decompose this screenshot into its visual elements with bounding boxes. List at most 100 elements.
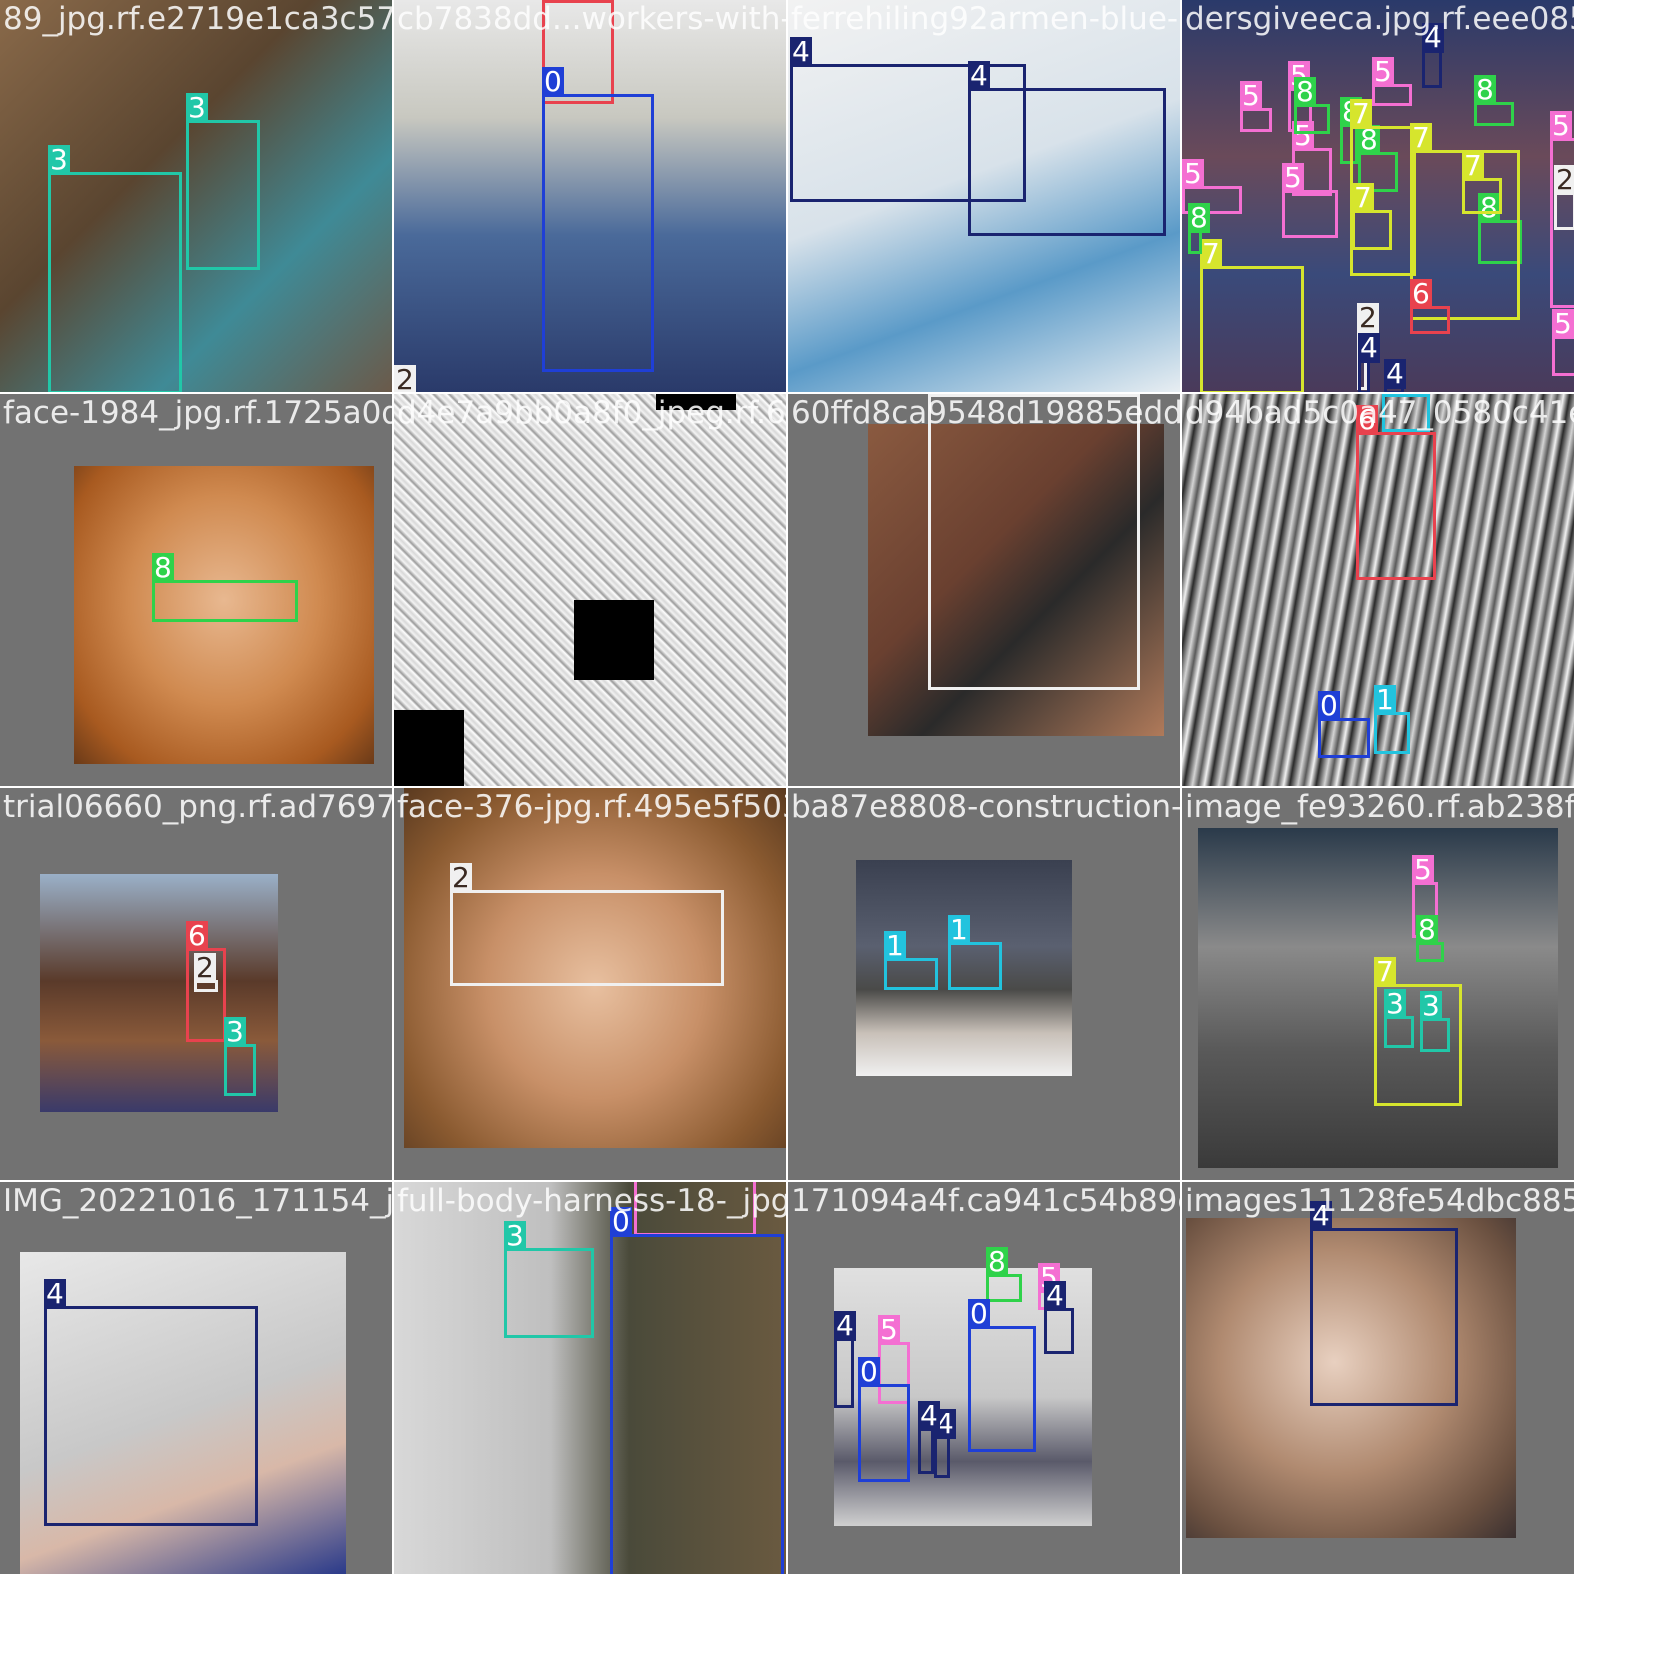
bounding-box-class-0: 0 <box>542 67 654 372</box>
bounding-box-class-3: 3 <box>504 1221 594 1338</box>
class-label: 6 <box>186 919 208 952</box>
cutout-patch <box>574 600 654 680</box>
class-label: 4 <box>790 35 812 68</box>
mosaic-tile: dersgiveeca.jpg.rf.eee085445555558888877… <box>1182 0 1574 392</box>
mosaic-tile: face-1984_jpg.rf.1725a0dc7 8 <box>0 394 392 786</box>
class-label: 4 <box>1044 1279 1066 1312</box>
bounding-box-class-7: 7 <box>1352 183 1392 250</box>
class-label: 2 <box>1554 163 1574 196</box>
bounding-box-class-1: 1 <box>884 931 938 990</box>
bounding-box-class-4: 4 <box>1358 333 1380 392</box>
bounding-box-class-8: 8 <box>1416 915 1444 962</box>
class-label: 5 <box>1552 307 1574 340</box>
class-label: 2 <box>450 861 472 894</box>
class-label: 7 <box>1410 121 1432 154</box>
mosaic-tile: 171094a4f.ca941c54b89c2 5 8 4 0 5 4 0 4 4 <box>788 1182 1180 1574</box>
mosaic-tile: ferrehiling92armen-blue-porcelain44 <box>788 0 1180 392</box>
bounding-box-class-7: 7 <box>1200 239 1304 392</box>
bounding-box-class-5: 5 <box>634 1182 756 1236</box>
bounding-box-class-4: 4 <box>834 1311 856 1408</box>
bounding-box-class-7: 7 <box>1462 151 1502 214</box>
class-label: 4 <box>44 1277 66 1310</box>
bounding-box-class-0: 0 <box>968 1299 1036 1452</box>
bounding-box-class-2: 2 <box>194 953 218 992</box>
mosaic-tile: 60ffd8ca9548d19885eddc1f92 <box>788 394 1180 786</box>
class-label: 4 <box>834 1309 856 1342</box>
mosaic-tile: trial06660_png.rf.ad76977a7 623 <box>0 788 392 1180</box>
class-label: 6 <box>542 0 564 3</box>
class-label: 3 <box>1384 987 1406 1020</box>
mosaic-tile: cb7838dd...workers-with-safety-belt602 <box>394 0 786 392</box>
bounding-box-class-1: 1 <box>1382 394 1430 432</box>
class-label: 7 <box>1352 181 1374 214</box>
bounding-box-class-8: 8 <box>1294 77 1330 134</box>
class-label: 2 <box>394 365 416 392</box>
class-label: 7 <box>1350 97 1372 130</box>
bounding-box-class-3: 3 <box>186 93 260 270</box>
class-label: 6 <box>1410 277 1432 310</box>
class-label: 5 <box>1372 55 1394 88</box>
class-label: 8 <box>1188 201 1210 234</box>
class-label: 5 <box>878 1313 900 1346</box>
class-label: 0 <box>858 1355 880 1388</box>
mosaic-tile: 89_jpg.rf.e2719e1ca3c5797e 3 3 <box>0 0 392 392</box>
bounding-box-class-1: 1 <box>1374 685 1410 754</box>
bounding-box-class-4: 4 <box>44 1279 258 1526</box>
class-label: 3 <box>48 143 70 176</box>
class-label: 7 <box>1374 955 1396 988</box>
bounding-box-class-3: 3 <box>1420 991 1450 1052</box>
class-label: 2 <box>1357 301 1379 334</box>
bounding-box-class-3: 3 <box>224 1017 256 1096</box>
bounding-box-class-5: 5 <box>1282 163 1338 238</box>
class-label: 1 <box>948 913 970 946</box>
class-label: 0 <box>610 1205 632 1238</box>
class-label: 5 <box>1550 109 1572 142</box>
mosaic-tile: d4e7a9bb0a8f0_jpeg.rf.600 <box>394 394 786 786</box>
cutout-patch <box>656 394 736 410</box>
bounding-box-class-4: 4 <box>918 1401 940 1474</box>
bounding-box-class-5: 5 <box>1552 309 1574 376</box>
class-label: 7 <box>1462 149 1484 182</box>
bounding-box-class-8: 8 <box>1474 75 1514 126</box>
bounding-box-class-4: 4 <box>1422 23 1444 88</box>
bounding-box-class-8: 8 <box>1188 203 1210 254</box>
bounding-box-class-2: 2 <box>450 863 724 986</box>
class-label: 0 <box>968 1297 990 1330</box>
class-label: 0 <box>1318 689 1340 722</box>
mosaic-tile: d94bad5c0a47_0580c41e6 0 1 1 <box>1182 394 1574 786</box>
class-label: 6 <box>1356 403 1378 436</box>
mosaic-tile: full-body-harness-18-_jpg.rf.8427530 <box>394 1182 786 1574</box>
class-label: 8 <box>1474 73 1496 106</box>
class-label: 2 <box>928 394 950 397</box>
class-label: 4 <box>1310 1199 1332 1232</box>
bounding-box-class-4: 4 <box>1310 1201 1458 1406</box>
tile-filename: images11128fe54dbc885fa1 <box>1185 1183 1574 1219</box>
class-label: 5 <box>1240 79 1262 112</box>
bounding-box-class-4: 4 <box>1044 1281 1074 1354</box>
tile-filename: ferrehiling92armen-blue-porcelain <box>791 1 1180 37</box>
mosaic-tile: ba87e8808-construction-boots 1 1 <box>788 788 1180 1180</box>
mosaic-tile: images11128fe54dbc885fa14 <box>1182 1182 1574 1574</box>
class-label: 0 <box>542 65 564 98</box>
bounding-box-class-4: 4 <box>934 1409 956 1478</box>
class-label: 4 <box>1422 21 1444 54</box>
mosaic-tile: IMG_20221016_171154_jpg.rf. 4 <box>0 1182 392 1574</box>
bounding-box-class-6: 6 <box>1356 405 1436 580</box>
tile-filename: 89_jpg.rf.e2719e1ca3c5797e <box>3 1 392 37</box>
bounding-box-class-5: 5 <box>1372 57 1412 106</box>
bounding-box-class-3: 3 <box>1384 989 1414 1048</box>
bounding-box-class-1: 1 <box>948 915 1002 990</box>
class-label: 1 <box>884 929 906 962</box>
tile-filename: d94bad5c0a47_0580c41e <box>1185 395 1574 431</box>
class-label: 3 <box>186 91 208 124</box>
bounding-box-class-2: 2 <box>928 394 1140 690</box>
tile-filename: IMG_20221016_171154_jpg.rf. <box>3 1183 392 1219</box>
bounding-box-class-8: 8 <box>152 553 298 622</box>
class-label: 4 <box>968 59 990 92</box>
class-label: 8 <box>1416 913 1438 946</box>
class-label: 3 <box>224 1015 246 1048</box>
class-label: 5 <box>1182 157 1204 190</box>
class-label: 3 <box>504 1219 526 1252</box>
class-label: 2 <box>194 951 216 984</box>
cutout-patch <box>394 710 464 786</box>
